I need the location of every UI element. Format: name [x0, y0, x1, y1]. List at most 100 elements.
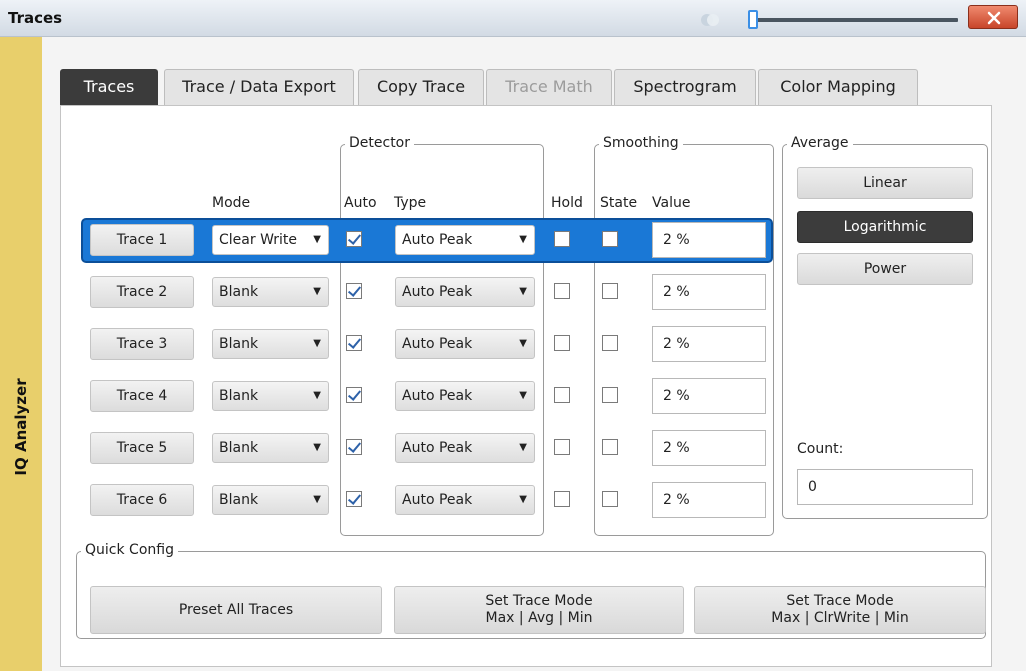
dialog-content: Traces Trace / Data Export Copy Trace Tr… [42, 37, 1026, 671]
set-trace-mode-max-clrwrite-min-button[interactable]: Set Trace Mode Max | ClrWrite | Min [694, 586, 986, 634]
detector-type-value: Auto Peak [402, 284, 473, 300]
detector-auto-checkbox[interactable] [346, 283, 362, 299]
trace-mode-value: Blank [219, 440, 259, 456]
trace-mode-value: Blank [219, 336, 259, 352]
smoothing-state-checkbox[interactable] [602, 335, 618, 351]
hold-checkbox[interactable] [554, 439, 570, 455]
trace-mode-value: Clear Write [219, 232, 298, 248]
chevron-down-icon: ▼ [313, 442, 321, 453]
chevron-down-icon: ▼ [313, 390, 321, 401]
tab-traces[interactable]: Traces [60, 69, 158, 105]
average-power-button[interactable]: Power [797, 253, 973, 285]
trace-mode-value: Blank [219, 388, 259, 404]
trace-button[interactable]: Trace 2 [90, 276, 194, 308]
traces-panel: Detector Smoothing Mode Auto Type Hold S… [60, 105, 992, 667]
tab-trace-math: Trace Math [486, 69, 612, 105]
chevron-down-icon: ▼ [313, 338, 321, 349]
smoothing-state-checkbox[interactable] [602, 283, 618, 299]
average-logarithmic-button[interactable]: Logarithmic [797, 211, 973, 243]
header-mode: Mode [212, 195, 251, 211]
header-type: Type [394, 195, 427, 211]
trace-mode-value: Blank [219, 284, 259, 300]
hold-checkbox[interactable] [554, 387, 570, 403]
close-icon [987, 11, 1001, 25]
side-panel: IQ Analyzer [0, 37, 42, 671]
trace-button[interactable]: Trace 6 [90, 484, 194, 516]
detector-auto-checkbox[interactable] [346, 231, 362, 247]
detector-type-dropdown[interactable]: Auto Peak ▼ [395, 433, 535, 463]
chevron-down-icon: ▼ [519, 442, 527, 453]
detector-type-value: Auto Peak [402, 440, 473, 456]
transparency-slider-track[interactable] [752, 18, 958, 22]
smoothing-group-label: Smoothing [599, 135, 683, 151]
hold-checkbox[interactable] [554, 491, 570, 507]
header-value: Value [652, 195, 691, 211]
chevron-down-icon: ▼ [519, 390, 527, 401]
smoothing-value-field[interactable]: 2 % [652, 222, 766, 258]
trace-mode-dropdown[interactable]: Blank ▼ [212, 329, 329, 359]
tab-spectrogram[interactable]: Spectrogram [614, 69, 756, 105]
tab-trace-data-export[interactable]: Trace / Data Export [164, 69, 354, 105]
detector-type-dropdown[interactable]: Auto Peak ▼ [395, 329, 535, 359]
chevron-down-icon: ▼ [313, 286, 321, 297]
hold-checkbox[interactable] [554, 335, 570, 351]
average-linear-button[interactable]: Linear [797, 167, 973, 199]
chevron-down-icon: ▼ [519, 286, 527, 297]
detector-auto-checkbox[interactable] [346, 387, 362, 403]
detector-type-value: Auto Peak [402, 336, 473, 352]
hold-checkbox[interactable] [554, 283, 570, 299]
hold-checkbox[interactable] [554, 231, 570, 247]
detector-type-dropdown[interactable]: Auto Peak ▼ [395, 381, 535, 411]
chevron-down-icon: ▼ [313, 234, 321, 245]
trace-button[interactable]: Trace 1 [90, 224, 194, 256]
trace-mode-dropdown[interactable]: Clear Write ▼ [212, 225, 329, 255]
chevron-down-icon: ▼ [519, 338, 527, 349]
transparency-icon[interactable] [700, 10, 720, 30]
trace-button[interactable]: Trace 3 [90, 328, 194, 360]
trace-mode-dropdown[interactable]: Blank ▼ [212, 277, 329, 307]
header-state: State [600, 195, 638, 211]
smoothing-state-checkbox[interactable] [602, 387, 618, 403]
trace-mode-value: Blank [219, 492, 259, 508]
button-line1: Set Trace Mode [485, 593, 593, 609]
window-title: Traces [8, 9, 63, 27]
count-field[interactable]: 0 [797, 469, 973, 505]
chevron-down-icon: ▼ [519, 234, 527, 245]
smoothing-value-field[interactable]: 2 % [652, 378, 766, 414]
smoothing-value-field[interactable]: 2 % [652, 430, 766, 466]
trace-mode-dropdown[interactable]: Blank ▼ [212, 381, 329, 411]
header-auto: Auto [344, 195, 377, 211]
preset-all-traces-button[interactable]: Preset All Traces [90, 586, 382, 634]
header-hold: Hold [551, 195, 583, 211]
smoothing-state-checkbox[interactable] [602, 439, 618, 455]
trace-button[interactable]: Trace 4 [90, 380, 194, 412]
count-label: Count: [797, 441, 844, 457]
trace-mode-dropdown[interactable]: Blank ▼ [212, 433, 329, 463]
detector-auto-checkbox[interactable] [346, 491, 362, 507]
smoothing-state-checkbox[interactable] [602, 491, 618, 507]
detector-type-dropdown[interactable]: Auto Peak ▼ [395, 225, 535, 255]
smoothing-state-checkbox[interactable] [602, 231, 618, 247]
close-button[interactable] [968, 5, 1018, 29]
detector-auto-checkbox[interactable] [346, 439, 362, 455]
transparency-slider-thumb[interactable] [748, 10, 758, 29]
smoothing-value-field[interactable]: 2 % [652, 326, 766, 362]
smoothing-value-field[interactable]: 2 % [652, 482, 766, 518]
chevron-down-icon: ▼ [519, 494, 527, 505]
smoothing-value-field[interactable]: 2 % [652, 274, 766, 310]
detector-type-dropdown[interactable]: Auto Peak ▼ [395, 277, 535, 307]
average-group: Average Linear Logarithmic Power Count: … [782, 135, 988, 519]
detector-group-label: Detector [345, 135, 415, 151]
detector-auto-checkbox[interactable] [346, 335, 362, 351]
button-line2: Max | ClrWrite | Min [771, 610, 909, 626]
detector-type-value: Auto Peak [402, 232, 473, 248]
trace-button[interactable]: Trace 5 [90, 432, 194, 464]
trace-mode-dropdown[interactable]: Blank ▼ [212, 485, 329, 515]
title-bar: Traces [0, 0, 1026, 37]
set-trace-mode-max-avg-min-button[interactable]: Set Trace Mode Max | Avg | Min [394, 586, 684, 634]
quick-config-label: Quick Config [81, 542, 178, 558]
tab-color-mapping[interactable]: Color Mapping [758, 69, 918, 105]
chevron-down-icon: ▼ [313, 494, 321, 505]
detector-type-dropdown[interactable]: Auto Peak ▼ [395, 485, 535, 515]
tab-copy-trace[interactable]: Copy Trace [358, 69, 484, 105]
